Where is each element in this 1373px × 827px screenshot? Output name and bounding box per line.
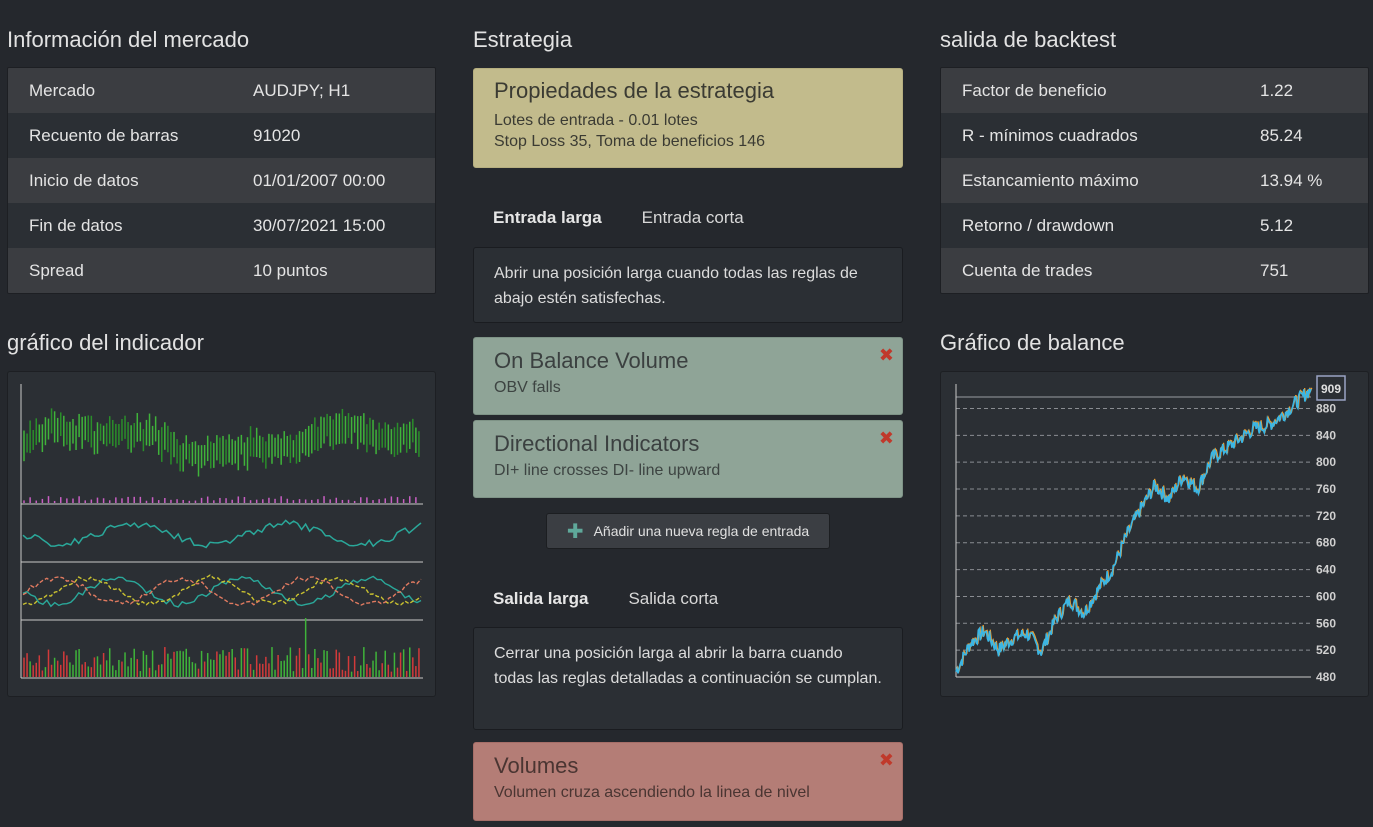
table-row: Inicio de datos 01/01/2007 00:00 (8, 158, 435, 203)
row-value: 10 puntos (253, 260, 328, 280)
entry-lots: Lotes de entrada - 0.01 lotes (494, 112, 698, 129)
row-label: Factor de beneficio (962, 80, 1107, 100)
rule-subtitle: OBV falls (494, 379, 561, 396)
entry-rule-directional[interactable]: Directional Indicators DI+ line crosses … (473, 420, 903, 498)
remove-rule-icon[interactable]: ✖ (879, 429, 894, 447)
strategy-title: Estrategia (473, 27, 573, 52)
table-row: Retorno / drawdown 5.12 (941, 203, 1368, 248)
row-value: 91020 (253, 125, 301, 145)
row-label: Cuenta de trades (962, 260, 1093, 280)
rule-title: Volumes (494, 753, 579, 778)
y-tick-label: 760 (1316, 482, 1336, 496)
row-value: 13.94 % (1260, 170, 1323, 190)
entry-description: Abrir una posición larga cuando todas la… (473, 247, 903, 323)
row-label: Retorno / drawdown (962, 215, 1115, 235)
table-row: Recuento de barras 91020 (8, 113, 435, 158)
add-entry-rule-label: Añadir una nueva regla de entrada (593, 523, 810, 539)
balance-chart-title: Gráfico de balance (940, 330, 1125, 355)
rule-subtitle: DI+ line crosses DI- line upward (494, 462, 721, 479)
row-value: 1.22 (1260, 80, 1294, 100)
market-info-table: Mercado AUDJPY; H1 Recuento de barras 91020… (7, 67, 436, 294)
current-value-label: 909 (1321, 382, 1341, 396)
row-label: Mercado (29, 80, 96, 100)
exit-description: Cerrar una posición larga al abrir la ba… (473, 627, 903, 730)
y-tick-label: 800 (1316, 455, 1336, 469)
strategy-properties[interactable]: Propiedades de la estrategia Lotes de en… (473, 68, 903, 168)
stop-loss-take-profit: Stop Loss 35, Toma de beneficios 146 (494, 133, 765, 150)
y-tick-label: 840 (1316, 428, 1336, 442)
add-entry-rule-button[interactable]: ✚ Añadir una nueva regla de entrada (546, 513, 830, 549)
exit-rule-volumes[interactable]: Volumes Volumen cruza ascendiendo la lin… (473, 742, 903, 821)
remove-rule-icon[interactable]: ✖ (879, 751, 894, 769)
backtest-title: salida de backtest (940, 27, 1117, 52)
rule-title: On Balance Volume (494, 348, 689, 373)
row-value: 30/07/2021 15:00 (253, 215, 386, 235)
row-label: Estancamiento máximo (962, 170, 1139, 190)
entry-rule-obv[interactable]: On Balance Volume OBV falls ✖ (473, 337, 903, 415)
y-tick-label: 600 (1316, 589, 1336, 603)
market-info-title: Información del mercado (7, 27, 250, 52)
table-row: Mercado AUDJPY; H1 (8, 68, 435, 113)
row-value: 01/01/2007 00:00 (253, 170, 386, 190)
y-tick-label: 880 (1316, 401, 1336, 415)
backtest-table: Factor de beneficio 1.22 R - mínimos cuadr… (940, 67, 1369, 294)
table-row: Cuenta de trades 751 (941, 248, 1368, 293)
y-tick-label: 520 (1316, 643, 1336, 657)
row-value: 751 (1260, 260, 1289, 280)
y-tick-label: 680 (1316, 536, 1336, 550)
table-row: Spread 10 puntos (8, 248, 435, 293)
table-row: R - mínimos cuadrados 85.24 (941, 113, 1368, 158)
oscillator-line (22, 519, 422, 549)
balance-series-line (955, 388, 1312, 674)
exit-tabs: Salida larga Salida corta (473, 584, 738, 614)
strategy-properties-title: Propiedades de la estrategia (494, 78, 775, 103)
tab-short-exit[interactable]: Salida corta (608, 589, 738, 609)
y-tick-label: 560 (1316, 616, 1336, 630)
y-tick-label: 640 (1316, 563, 1336, 577)
row-label: Recuento de barras (29, 125, 179, 145)
indicator-chart (7, 371, 436, 697)
plus-icon: ✚ (566, 520, 584, 543)
tab-long-entry[interactable]: Entrada larga (473, 208, 622, 228)
indicator-line (22, 575, 422, 608)
row-value: 85.24 (1260, 125, 1303, 145)
table-row: Estancamiento máximo 13.94 % (941, 158, 1368, 203)
balance-chart: 480 520 560 600 640 680 720 760 800 840 880 909 (940, 371, 1369, 697)
rule-subtitle: Volumen cruza ascendiendo la linea de ni… (494, 784, 810, 801)
row-label: R - mínimos cuadrados (962, 125, 1138, 145)
row-value: AUDJPY; H1 (253, 80, 351, 100)
tab-short-entry[interactable]: Entrada corta (622, 208, 764, 228)
row-value: 5.12 (1260, 215, 1294, 235)
row-label: Spread (29, 260, 84, 280)
tab-long-exit[interactable]: Salida larga (473, 589, 608, 609)
table-row: Factor de beneficio 1.22 (941, 68, 1368, 113)
row-label: Fin de datos (29, 215, 123, 235)
table-row: Fin de datos 30/07/2021 15:00 (8, 203, 435, 248)
balance-chart-svg: 480 520 560 600 640 680 720 760 800 840 880 909 (955, 375, 1346, 684)
row-label: Inicio de datos (29, 170, 139, 190)
indicator-chart-svg (20, 384, 423, 679)
strategy-column: Estrategia Propiedades de la estrategia … (473, 0, 903, 821)
indicator-chart-title: gráfico del indicador (7, 330, 204, 355)
y-tick-label: 720 (1316, 509, 1336, 523)
market-info-column: Información del mercado Mercado AUDJPY; H… (7, 0, 436, 697)
rule-title: Directional Indicators (494, 431, 700, 456)
entry-tabs: Entrada larga Entrada corta (473, 203, 903, 233)
y-tick-label: 480 (1316, 670, 1336, 684)
backtest-column: salida de backtest Factor de beneficio 1.… (940, 0, 1369, 697)
remove-rule-icon[interactable]: ✖ (879, 346, 894, 364)
